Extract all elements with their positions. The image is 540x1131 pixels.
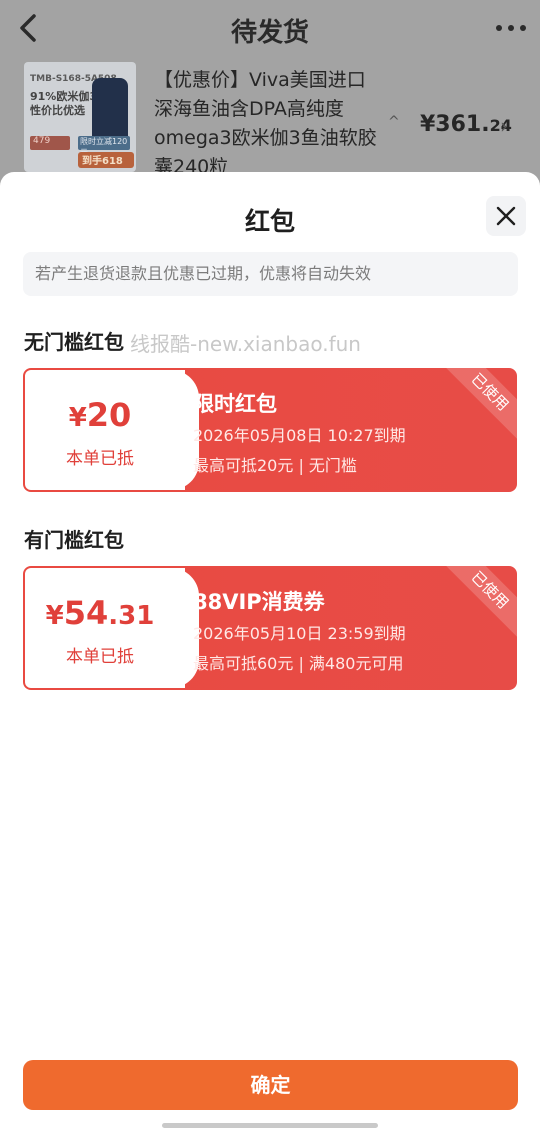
thumb-discount-badge: 限时立减120元 bbox=[78, 136, 130, 157]
amount-integer: 54 bbox=[63, 594, 109, 632]
close-icon bbox=[496, 206, 516, 226]
watermark: 线报酷-new.xianbao.fun bbox=[130, 332, 361, 356]
coupon-card[interactable]: ¥20 本单已抵 限时红包 2026年05月08日 10:27到期 最高可抵20… bbox=[23, 368, 517, 492]
price-integer: ¥361. bbox=[420, 112, 490, 137]
amount-decimal: .31 bbox=[108, 601, 155, 631]
background-page: 待发货 TMB-S168-5A508 91%欧米伽3 性价比优选 479 限时立… bbox=[0, 0, 540, 200]
applied-label: 本单已抵 bbox=[66, 647, 134, 667]
section-threshold: 有门槛红包 bbox=[24, 528, 124, 552]
applied-label: 本单已抵 bbox=[66, 449, 134, 469]
red-packet-sheet: 红包 若产生退货退款且优惠已过期，优惠将自动失效 无门槛红包 线报酷-new.x… bbox=[0, 172, 540, 1131]
more-icon[interactable] bbox=[494, 16, 528, 40]
coupon-card[interactable]: ¥54.31 本单已抵 88VIP消费券 2026年05月10日 23:59到期… bbox=[23, 566, 517, 690]
product-price: ¥361.24 bbox=[420, 112, 512, 137]
coupon-expire: 2026年05月08日 10:27到期 bbox=[193, 426, 406, 445]
coupon-name: 限时红包 bbox=[193, 392, 277, 416]
amount-integer: 20 bbox=[86, 396, 132, 434]
product-thumbnail[interactable]: TMB-S168-5A508 91%欧米伽3 性价比优选 479 限时立减120… bbox=[24, 62, 136, 172]
coupon-expire: 2026年05月10日 23:59到期 bbox=[193, 624, 406, 643]
used-badge: 已使用 bbox=[441, 566, 517, 639]
home-indicator[interactable] bbox=[162, 1123, 378, 1128]
confirm-button[interactable]: 确定 bbox=[23, 1060, 518, 1110]
section-no-threshold: 无门槛红包 bbox=[24, 330, 124, 354]
coupon-amount-panel: ¥20 本单已抵 bbox=[25, 370, 199, 490]
coupon-limit: 最高可抵20元 | 无门槛 bbox=[193, 456, 357, 475]
thumb-final-badge: 到手618 bbox=[78, 152, 134, 168]
chevron-right-icon[interactable]: › bbox=[500, 114, 508, 138]
notice-banner: 若产生退货退款且优惠已过期，优惠将自动失效 bbox=[23, 252, 518, 296]
coupon-amount: ¥20 bbox=[25, 396, 175, 434]
coupon-name: 88VIP消费券 bbox=[193, 590, 325, 614]
coupon-limit: 最高可抵60元 | 满480元可用 bbox=[193, 654, 404, 673]
caret-up-icon: ^ bbox=[388, 114, 400, 130]
sheet-title: 红包 bbox=[244, 207, 295, 236]
coupon-amount-panel: ¥54.31 本单已抵 bbox=[25, 568, 199, 688]
close-button[interactable] bbox=[486, 196, 526, 236]
coupon-amount: ¥54.31 bbox=[25, 594, 175, 632]
product-title[interactable]: 【优惠价】Viva美国进口深海鱼油含DPA高纯度omega3欧米伽3鱼油软胶囊2… bbox=[154, 66, 384, 182]
page-header: 待发货 bbox=[0, 0, 540, 56]
currency-symbol: ¥ bbox=[68, 403, 87, 433]
used-badge: 已使用 bbox=[441, 368, 517, 441]
currency-symbol: ¥ bbox=[45, 601, 64, 631]
thumb-text: 性价比优选 bbox=[30, 104, 85, 117]
thumb-price-badge: 479 bbox=[30, 136, 70, 150]
page-title: 待发货 bbox=[230, 18, 309, 48]
